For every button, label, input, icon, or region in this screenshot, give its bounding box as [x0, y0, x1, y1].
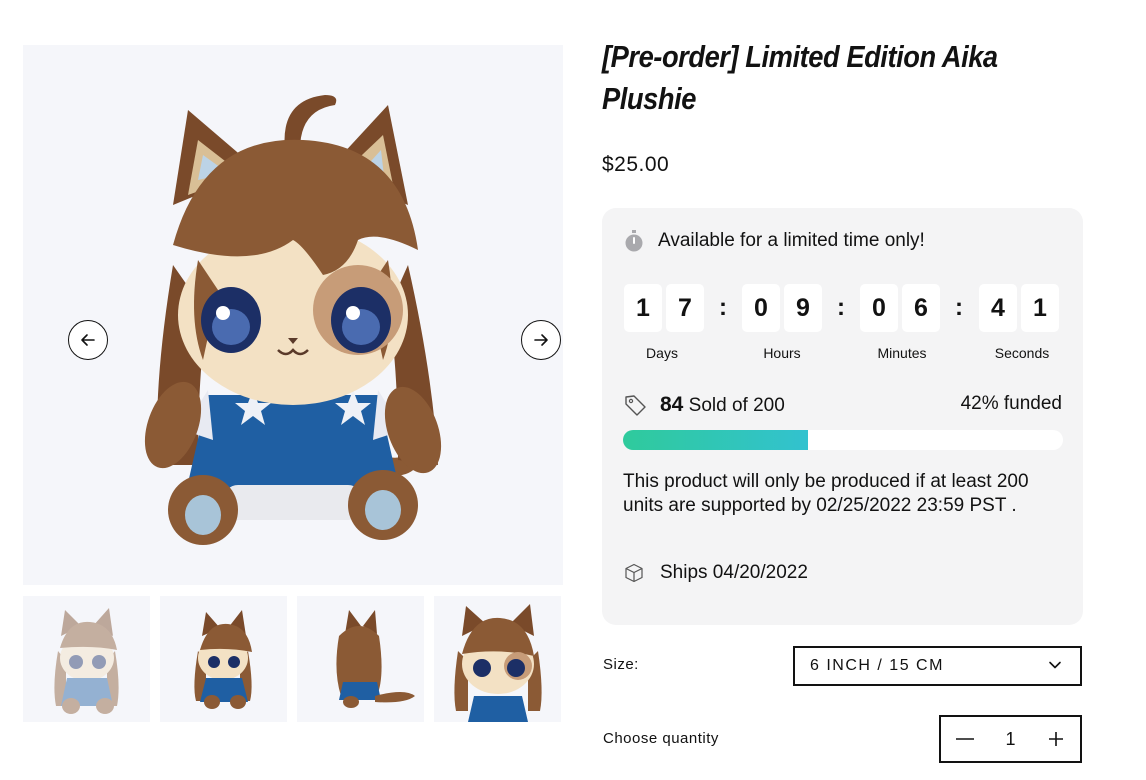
- countdown-digit-days-2: 7: [666, 284, 704, 332]
- countdown-separator: :: [837, 294, 845, 321]
- funding-progress-bar: [623, 430, 1063, 450]
- previous-image-button[interactable]: [68, 320, 108, 360]
- countdown-digit-days-1: 1: [624, 284, 662, 332]
- thumbnail-image: [194, 610, 252, 709]
- countdown-separator: :: [719, 294, 727, 321]
- size-select[interactable]: 6 INCH / 15 CM: [793, 646, 1082, 686]
- thumbnail-back[interactable]: [297, 596, 424, 722]
- arrow-left-icon: [81, 334, 95, 346]
- plus-icon: [1048, 732, 1063, 746]
- limited-time-notice: Available for a limited time only!: [624, 230, 925, 252]
- campaign-card: Available for a limited time only! 1 7 :…: [602, 208, 1083, 625]
- countdown-timer: 1 7 : 0 9 : 0 6 : 4 1: [624, 284, 1064, 334]
- shipping-info: Ships 04/20/2022: [624, 562, 808, 584]
- thumbnail-three-quarter[interactable]: [160, 596, 287, 722]
- quantity-stepper: 1: [939, 715, 1082, 763]
- size-selected-value: 6 INCH / 15 CM: [810, 657, 944, 674]
- chevron-down-icon: [1049, 661, 1061, 669]
- funding-progress-fill: [623, 430, 808, 450]
- sold-of-text: Sold of 200: [688, 395, 785, 416]
- production-condition-text: This product will only be produced if at…: [623, 471, 1029, 516]
- countdown-digit-minutes-2: 6: [902, 284, 940, 332]
- next-image-button[interactable]: [521, 320, 561, 360]
- countdown-label-days: Days: [646, 345, 678, 361]
- product-main-image: [23, 45, 563, 585]
- size-label: Size:: [603, 656, 639, 673]
- tag-icon: [625, 395, 646, 416]
- countdown-label-minutes: Minutes: [877, 345, 927, 361]
- increase-quantity-button[interactable]: [1044, 727, 1068, 751]
- product-title: [Pre-order] Limited Edition Aika Plushie: [602, 39, 998, 116]
- quantity-value[interactable]: 1: [1005, 729, 1015, 750]
- countdown-digit-minutes-1: 0: [860, 284, 898, 332]
- countdown-digit-seconds-2: 1: [1021, 284, 1059, 332]
- minus-icon: [956, 738, 974, 740]
- thumbnail-image: [336, 610, 415, 708]
- countdown-separator: :: [955, 294, 963, 321]
- decrease-quantity-button[interactable]: [953, 727, 977, 751]
- box-icon: [625, 563, 643, 583]
- ships-date: Ships 04/20/2022: [660, 562, 808, 583]
- arrow-right-icon: [534, 334, 548, 346]
- countdown-digit-hours-2: 9: [784, 284, 822, 332]
- funding-status: 84 Sold of 200 42% funded: [624, 393, 1062, 419]
- quantity-label: Choose quantity: [603, 730, 719, 747]
- thumbnail-close-up[interactable]: [434, 596, 561, 722]
- thumbnail-strip: [23, 596, 563, 722]
- thumbnail-image: [454, 604, 542, 722]
- funded-percentage: 42% funded: [960, 393, 1062, 414]
- thumbnail-image: [54, 608, 119, 714]
- product-price: $25.00: [602, 153, 670, 176]
- sold-count: 84: [660, 393, 684, 416]
- countdown-label-hours: Hours: [763, 345, 801, 361]
- limited-time-text: Available for a limited time only!: [658, 230, 925, 251]
- thumbnail-front[interactable]: [23, 596, 150, 722]
- countdown-label-seconds: Seconds: [994, 345, 1050, 361]
- countdown-digit-seconds-1: 4: [979, 284, 1017, 332]
- plushie-image: [144, 95, 442, 545]
- stopwatch-icon: [625, 230, 643, 252]
- countdown-digit-hours-1: 0: [742, 284, 780, 332]
